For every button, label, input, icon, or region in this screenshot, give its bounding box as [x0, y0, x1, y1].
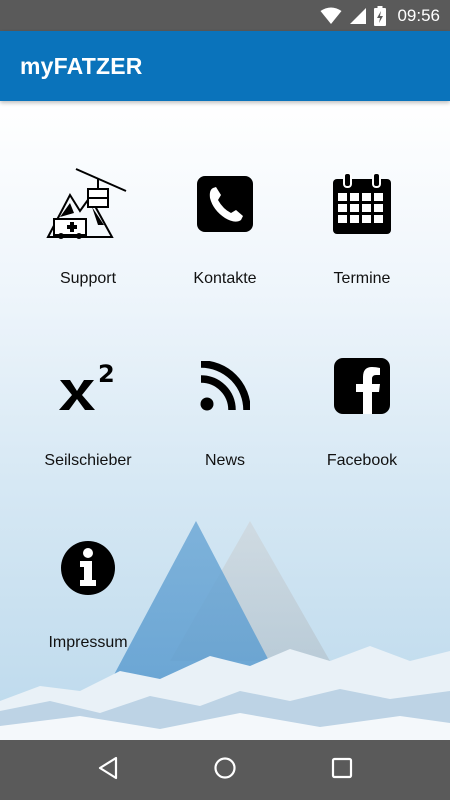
mountain-cablecar-ambulance-icon — [46, 167, 130, 246]
menu-item-termine[interactable]: Termine — [287, 151, 437, 311]
recents-button[interactable] — [312, 740, 372, 800]
menu-item-label: Kontakte — [193, 270, 257, 287]
signal-icon — [349, 7, 367, 25]
menu-item-impressum[interactable]: Impressum — [13, 515, 163, 675]
menu-item-label: Termine — [333, 270, 391, 287]
battery-charging-icon — [374, 5, 387, 26]
app-title: myFATZER — [20, 52, 143, 79]
menu-item-support[interactable]: Support — [13, 151, 163, 311]
menu-item-seilschieber[interactable]: 2 Seilschieber — [13, 333, 163, 493]
svg-text:2: 2 — [98, 360, 115, 388]
wifi-icon — [320, 7, 342, 25]
menu-item-news[interactable]: News — [150, 333, 300, 493]
menu-item-label: Impressum — [48, 634, 128, 651]
menu-item-label: Seilschieber — [44, 452, 132, 469]
rss-icon — [200, 359, 251, 416]
back-icon — [97, 756, 119, 785]
home-icon — [213, 756, 237, 785]
menu-item-label: Support — [59, 270, 117, 287]
menu-item-kontakte[interactable]: Kontakte — [150, 151, 300, 311]
x-squared-icon: 2 — [58, 360, 118, 417]
system-nav-bar — [0, 740, 450, 800]
calendar-icon — [332, 171, 392, 240]
status-bar: 09:56 — [0, 0, 450, 31]
phone-icon — [197, 175, 253, 237]
status-time: 09:56 — [397, 5, 440, 25]
home-button[interactable] — [195, 740, 255, 800]
menu-item-label: News — [204, 452, 245, 469]
info-icon — [60, 540, 116, 601]
menu-item-label: Facebook — [326, 452, 398, 469]
app-bar: myFATZER — [0, 31, 450, 101]
menu-grid: Support Kontakte Termine 2 Seilschieber … — [0, 101, 450, 740]
menu-item-facebook[interactable]: Facebook — [287, 333, 437, 493]
facebook-icon — [334, 357, 390, 419]
back-button[interactable] — [78, 740, 138, 800]
recents-icon — [331, 757, 353, 784]
